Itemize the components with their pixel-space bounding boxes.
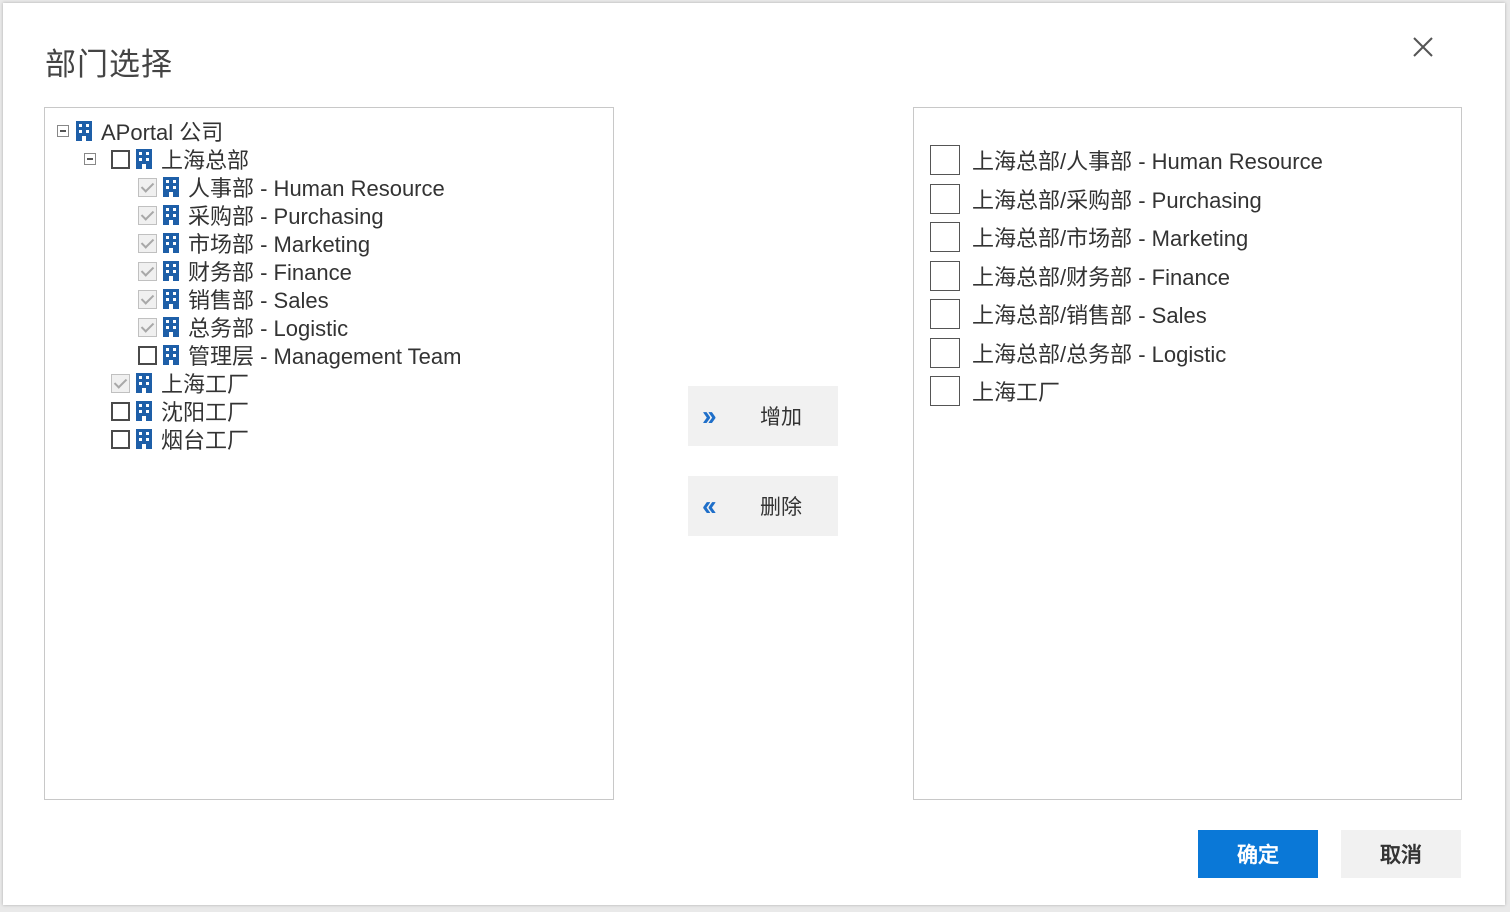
tree-node-department[interactable]: 市场部 - Marketing: [138, 229, 370, 257]
tree-checkbox-disabled-checked: [138, 177, 157, 197]
tree-node-site[interactable]: 烟台工厂: [111, 425, 249, 453]
cancel-button[interactable]: 取消: [1341, 830, 1461, 878]
tree-node-root[interactable]: APortal 公司: [57, 117, 223, 145]
add-button[interactable]: ›› 增加: [688, 386, 838, 446]
tree-node-department[interactable]: 人事部 - Human Resource: [138, 173, 445, 201]
selected-item[interactable]: 上海总部/财务部 - Finance: [930, 260, 1230, 292]
minus-box-icon[interactable]: [57, 125, 69, 137]
building-icon: [163, 261, 179, 281]
department-tree-panel: APortal 公司 上海总部 人事部 - Human Resource 采购部…: [44, 107, 614, 800]
tree-checkbox[interactable]: [111, 401, 130, 421]
selected-item-label: 上海总部/采购部 - Purchasing: [972, 188, 1262, 213]
tree-node-label[interactable]: 烟台工厂: [161, 423, 249, 455]
confirm-button[interactable]: 确定: [1198, 830, 1318, 878]
department-select-dialog: 部门选择 APortal 公司 上海总部 人事部 - Human Resourc…: [3, 3, 1505, 905]
selected-item-checkbox[interactable]: [930, 145, 960, 175]
dialog-title: 部门选择: [45, 47, 173, 82]
selected-item-checkbox[interactable]: [930, 338, 960, 368]
selected-item-checkbox[interactable]: [930, 261, 960, 291]
tree-checkbox[interactable]: [111, 429, 130, 449]
building-icon: [76, 121, 92, 141]
selected-item-checkbox[interactable]: [930, 299, 960, 329]
selected-item[interactable]: 上海总部/市场部 - Marketing: [930, 221, 1248, 253]
tree-checkbox-disabled-checked: [111, 373, 130, 393]
building-icon: [163, 233, 179, 253]
building-icon: [163, 289, 179, 309]
tree-checkbox-disabled-checked: [138, 233, 157, 253]
selected-departments-panel: 上海总部/人事部 - Human Resource 上海总部/采购部 - Pur…: [913, 107, 1462, 800]
selected-item-checkbox[interactable]: [930, 184, 960, 214]
selected-item-checkbox[interactable]: [930, 222, 960, 252]
double-chevron-right-icon: ››: [702, 400, 717, 431]
selected-item-label: 上海总部/财务部 - Finance: [972, 265, 1230, 290]
selected-item-label: 上海工厂: [972, 380, 1061, 405]
selected-item[interactable]: 上海总部/销售部 - Sales: [930, 298, 1207, 330]
tree-node-department[interactable]: 管理层 - Management Team: [138, 341, 461, 369]
tree-node-department[interactable]: 总务部 - Logistic: [138, 313, 348, 341]
selected-item-label: 上海总部/人事部 - Human Resource: [972, 149, 1323, 174]
selected-item[interactable]: 上海总部/总务部 - Logistic: [930, 337, 1226, 369]
selected-item-label: 上海总部/总务部 - Logistic: [972, 342, 1227, 367]
remove-button-label: 删除: [760, 496, 802, 519]
tree-checkbox[interactable]: [111, 149, 130, 169]
building-icon: [136, 149, 152, 169]
building-icon: [136, 401, 152, 421]
tree-node-department[interactable]: 采购部 - Purchasing: [138, 201, 384, 229]
tree-node-site[interactable]: 上海工厂: [111, 369, 249, 397]
minus-box-icon[interactable]: [84, 153, 96, 165]
tree-node-department[interactable]: 财务部 - Finance: [138, 257, 352, 285]
selected-item[interactable]: 上海工厂: [930, 375, 1060, 407]
remove-button[interactable]: ‹‹ 删除: [688, 476, 838, 536]
building-icon: [163, 345, 179, 365]
tree-node-site[interactable]: 沈阳工厂: [111, 397, 249, 425]
tree-checkbox-disabled-checked: [138, 261, 157, 281]
tree-node-hq[interactable]: 上海总部: [84, 145, 249, 173]
close-icon[interactable]: [1408, 32, 1438, 62]
tree-checkbox-disabled-checked: [138, 205, 157, 225]
selected-item-label: 上海总部/市场部 - Marketing: [972, 226, 1249, 251]
building-icon: [163, 205, 179, 225]
double-chevron-left-icon: ‹‹: [702, 490, 717, 521]
selected-item[interactable]: 上海总部/人事部 - Human Resource: [930, 144, 1323, 176]
selected-item-checkbox[interactable]: [930, 376, 960, 406]
selected-item-label: 上海总部/销售部 - Sales: [972, 303, 1207, 328]
tree-node-department[interactable]: 销售部 - Sales: [138, 285, 329, 313]
building-icon: [163, 177, 179, 197]
building-icon: [136, 373, 152, 393]
selected-item[interactable]: 上海总部/采购部 - Purchasing: [930, 183, 1262, 215]
add-button-label: 增加: [760, 406, 802, 429]
tree-checkbox[interactable]: [138, 345, 157, 365]
tree-checkbox-disabled-checked: [138, 289, 157, 309]
building-icon: [136, 429, 152, 449]
tree-checkbox-disabled-checked: [138, 317, 157, 337]
building-icon: [163, 317, 179, 337]
